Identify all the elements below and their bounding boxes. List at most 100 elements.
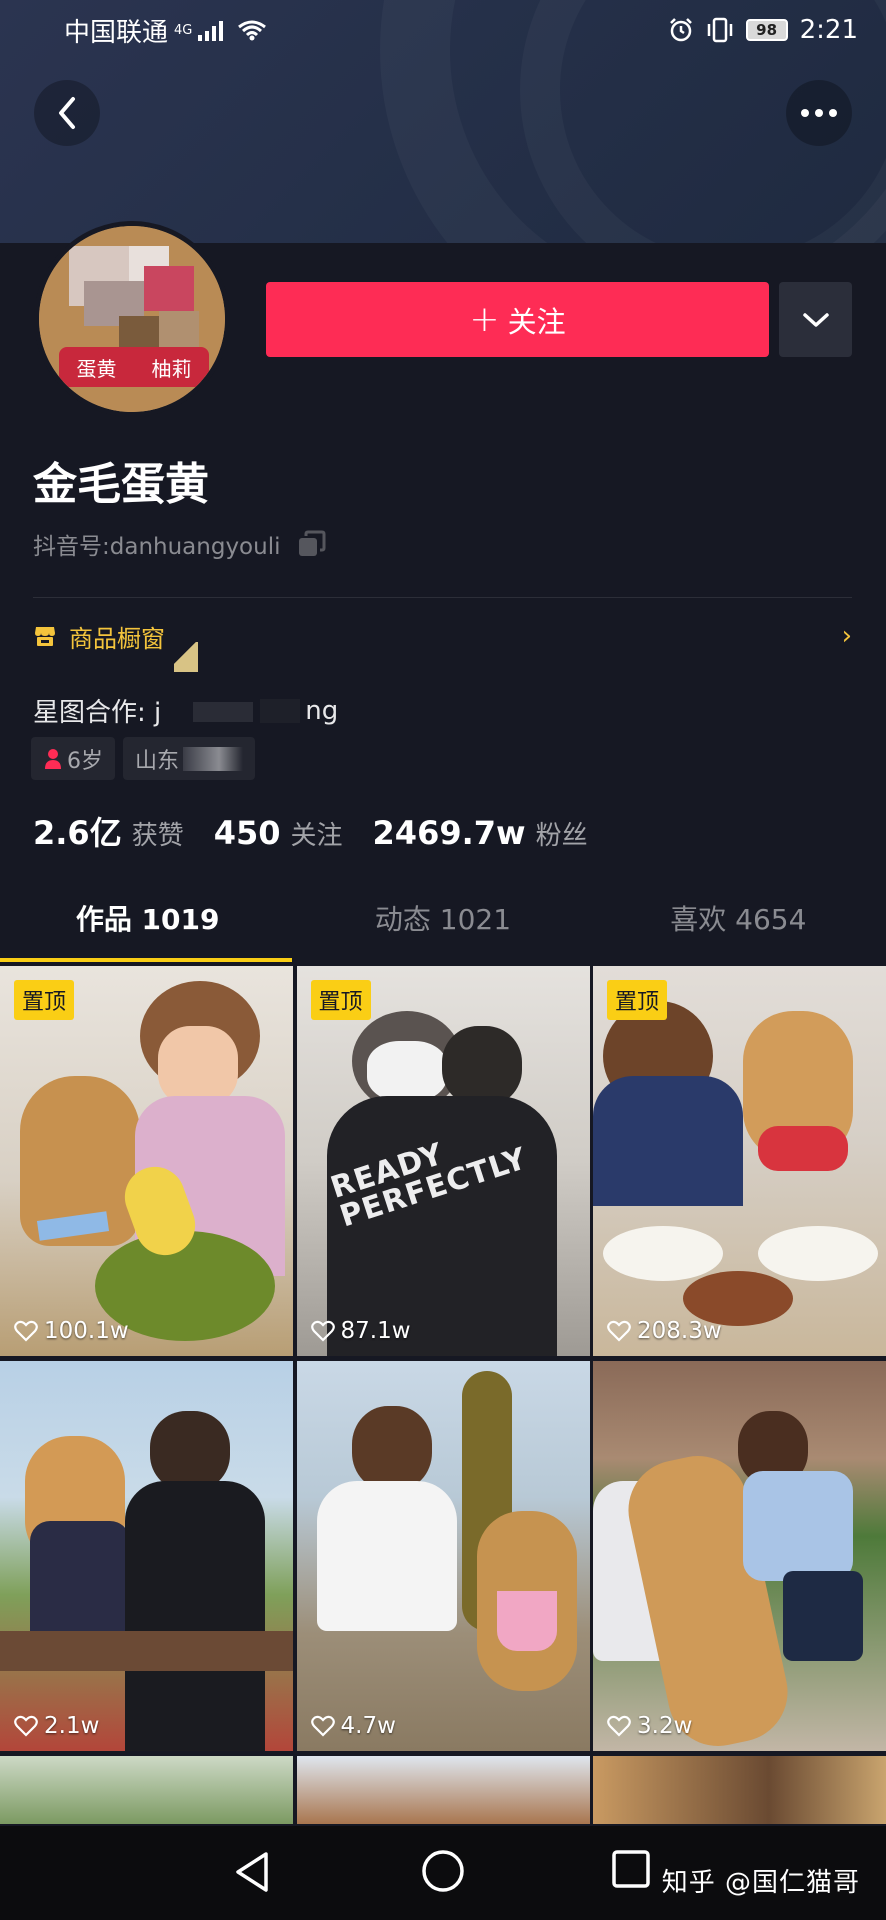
female-icon bbox=[45, 748, 61, 769]
shop-window-label: 商品橱窗 bbox=[69, 624, 165, 653]
video-likes: 4.7w bbox=[310, 1713, 396, 1739]
redacted-location bbox=[183, 746, 244, 771]
stat-number: 2469.7w bbox=[372, 814, 526, 852]
location-tag: 山东 bbox=[123, 737, 256, 780]
video-likes-count: 100.1w bbox=[44, 1318, 129, 1344]
xingtu-prefix: 星图合作: j bbox=[33, 698, 162, 728]
xingtu-suffix: ng bbox=[305, 695, 339, 726]
xingtu-cooperation: 星图合作: j ng bbox=[33, 692, 338, 729]
chevron-right-icon: › bbox=[841, 621, 852, 651]
video-likes-count: 2.1w bbox=[44, 1713, 100, 1739]
follow-label: 关注 bbox=[507, 304, 566, 339]
copy-icon[interactable] bbox=[297, 530, 327, 558]
video-likes: 100.1w bbox=[14, 1318, 129, 1344]
chevron-left-icon bbox=[59, 97, 75, 129]
douyin-id-text: 抖音号:danhuangyouli bbox=[33, 527, 281, 561]
tab-works[interactable]: 作品 1019 bbox=[0, 890, 295, 962]
pinned-badge: 置顶 bbox=[14, 980, 75, 1020]
carrier-name: 中国联通 bbox=[64, 17, 169, 48]
video-thumbnail[interactable]: 3.2w bbox=[593, 1361, 886, 1751]
redacted-mark bbox=[174, 642, 198, 672]
video-likes-count: 87.1w bbox=[340, 1318, 411, 1344]
tab-liked[interactable]: 喜欢 4654 bbox=[591, 890, 886, 962]
heart-outline-icon bbox=[607, 1320, 631, 1342]
shop-icon bbox=[35, 627, 55, 646]
more-options-button[interactable] bbox=[786, 80, 852, 146]
profile-banner: 中国联通 4G 98 2:21 bbox=[0, 0, 886, 243]
avatar-scarf: 蛋黄 柚莉 bbox=[59, 347, 209, 387]
tab-moments[interactable]: 动态 1021 bbox=[295, 890, 590, 962]
heart-outline-icon bbox=[310, 1320, 335, 1342]
triangle-back-icon bbox=[236, 1852, 268, 1892]
video-likes: 208.3w bbox=[607, 1318, 722, 1344]
heart-outline-icon bbox=[14, 1715, 38, 1737]
nav-back-button[interactable] bbox=[230, 1848, 274, 1900]
battery-icon: 98 bbox=[745, 19, 788, 41]
video-likes-count: 4.7w bbox=[340, 1713, 396, 1739]
more-dots-icon bbox=[801, 109, 837, 117]
stat-label: 粉丝 bbox=[535, 821, 588, 851]
divider bbox=[33, 597, 852, 598]
stat-number: 450 bbox=[213, 814, 281, 852]
content-tabs: 作品 1019 动态 1021 喜欢 4654 bbox=[0, 890, 886, 962]
watermark: 知乎 @国仁猫哥 bbox=[661, 1868, 860, 1898]
age-tag: 6岁 bbox=[31, 737, 115, 780]
douyin-id-label: 抖音号: bbox=[33, 534, 110, 560]
age-tag-label: 6岁 bbox=[67, 748, 103, 774]
follow-button[interactable]: + 关注 bbox=[266, 282, 769, 357]
video-thumbnail[interactable] bbox=[593, 1756, 886, 1824]
nav-home-button[interactable] bbox=[420, 1848, 466, 1898]
video-thumbnail-image bbox=[0, 1756, 293, 1824]
profile-tags: 6岁 山东 bbox=[31, 737, 256, 780]
video-thumbnail-image bbox=[593, 966, 886, 1356]
back-button[interactable] bbox=[34, 80, 100, 146]
video-thumbnail[interactable] bbox=[0, 1756, 293, 1824]
video-thumbnail-image bbox=[593, 1361, 886, 1751]
stat-likes: 2.6亿 获赞 bbox=[33, 808, 184, 854]
video-likes-count: 3.2w bbox=[637, 1713, 693, 1739]
avatar[interactable]: 蛋黄 柚莉 bbox=[34, 221, 230, 417]
stat-label: 获赞 bbox=[131, 821, 184, 851]
video-thumbnail[interactable]: 4.7w bbox=[296, 1361, 590, 1751]
nav-recents-button[interactable] bbox=[610, 1848, 652, 1894]
video-likes-count: 208.3w bbox=[637, 1318, 722, 1344]
redacted-contact bbox=[165, 695, 306, 726]
shop-window-row[interactable]: 商品橱窗 › bbox=[33, 616, 852, 656]
stat-following[interactable]: 450 关注 bbox=[214, 814, 343, 852]
nickname: 金毛蛋黄 bbox=[33, 459, 209, 510]
video-thumbnail-image bbox=[0, 966, 293, 1356]
clock: 2:21 bbox=[799, 15, 858, 45]
video-thumbnail-image bbox=[0, 1361, 293, 1751]
recommend-dropdown-button[interactable] bbox=[779, 282, 852, 357]
video-thumbnail[interactable]: 置顶 100.1w bbox=[0, 966, 293, 1356]
video-thumbnail-image bbox=[593, 1756, 886, 1824]
avatar-scarf-left-text: 蛋黄 bbox=[76, 356, 117, 381]
douyin-id-value: danhuangyouli bbox=[109, 534, 281, 560]
signal-icon bbox=[198, 19, 224, 41]
video-thumbnail-image bbox=[296, 1756, 590, 1824]
video-thumbnail[interactable] bbox=[296, 1756, 590, 1824]
status-bar: 中国联通 4G 98 2:21 bbox=[0, 0, 886, 60]
video-likes: 3.2w bbox=[607, 1713, 692, 1739]
video-thumbnail[interactable]: 2.1w bbox=[0, 1361, 293, 1751]
pinned-badge: 置顶 bbox=[310, 980, 371, 1020]
circle-home-icon bbox=[422, 1850, 464, 1892]
alarm-icon bbox=[669, 18, 692, 42]
plus-icon: + bbox=[469, 298, 500, 340]
chevron-down-icon bbox=[802, 312, 829, 327]
vibrate-icon bbox=[707, 17, 732, 43]
stats-row: 2.6亿 获赞 450 关注 2469.7w 粉丝 bbox=[33, 808, 588, 854]
carrier: 中国联通 4G bbox=[64, 12, 267, 49]
heart-outline-icon bbox=[607, 1715, 631, 1737]
douyin-id-row: 抖音号:danhuangyouli bbox=[33, 527, 327, 561]
video-thumbnail[interactable]: 置顶 208.3w bbox=[593, 966, 886, 1356]
avatar-scarf-right-text: 柚莉 bbox=[151, 356, 192, 381]
pinned-badge: 置顶 bbox=[607, 980, 668, 1020]
video-thumbnail[interactable]: READY PERFECTLY 置顶 87.1w bbox=[296, 966, 590, 1356]
video-thumbnail-image bbox=[296, 1361, 590, 1751]
video-likes: 87.1w bbox=[310, 1318, 411, 1344]
video-likes: 2.1w bbox=[14, 1713, 99, 1739]
square-recents-icon bbox=[612, 1850, 650, 1888]
stat-followers[interactable]: 2469.7w 粉丝 bbox=[373, 814, 588, 852]
wifi-icon bbox=[238, 20, 267, 41]
